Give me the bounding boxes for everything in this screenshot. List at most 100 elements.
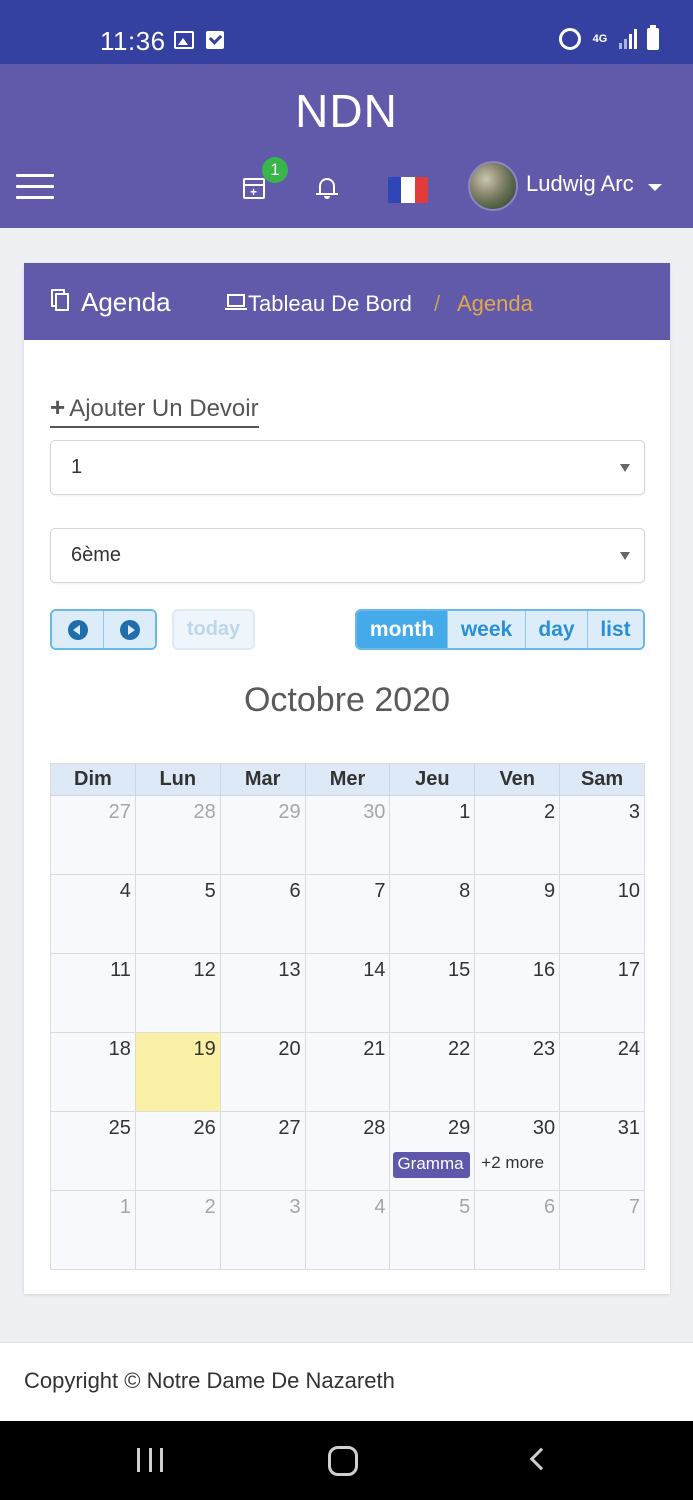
calendar-day[interactable]: 18	[51, 1033, 136, 1111]
day-number: 6	[544, 1196, 556, 1218]
calendar-day[interactable]: 6	[475, 1191, 561, 1269]
day-header: Jeu	[390, 764, 476, 795]
more-events-link[interactable]: +2 more	[481, 1153, 544, 1173]
calendar-day[interactable]: 11	[51, 954, 136, 1032]
user-name[interactable]: Ludwig Arc	[526, 171, 634, 197]
calendar-day[interactable]: 7	[305, 875, 391, 953]
calendar-day[interactable]: 9	[475, 875, 561, 953]
calendar-day[interactable]: 21	[305, 1033, 391, 1111]
calendar-day[interactable]: 20	[220, 1033, 306, 1111]
calendar-day[interactable]: 24	[560, 1033, 645, 1111]
add-homework-link[interactable]: + Ajouter Un Devoir	[50, 392, 259, 428]
day-number: 9	[544, 880, 556, 902]
day-number: 29	[448, 1117, 471, 1139]
calendar-day[interactable]: 29 Gramma	[390, 1112, 476, 1190]
french-flag-icon[interactable]	[388, 177, 428, 203]
calendar-day[interactable]: 1	[51, 1191, 136, 1269]
day-number: 5	[459, 1196, 471, 1218]
calendar-day[interactable]: 5	[390, 1191, 476, 1269]
calendar-day[interactable]: 7	[560, 1191, 645, 1269]
prev-button[interactable]	[52, 611, 104, 648]
calendar-day[interactable]: 3	[220, 1191, 306, 1269]
list-view-button[interactable]: list	[588, 611, 643, 648]
breadcrumb-home[interactable]: Tableau De Bord	[248, 291, 412, 317]
back-icon[interactable]	[529, 1447, 553, 1471]
alarm-icon	[559, 28, 581, 50]
calendar-day[interactable]: 31	[560, 1112, 645, 1190]
calendar-day[interactable]: 13	[220, 954, 306, 1032]
flag-red	[414, 177, 428, 203]
caret-down-icon[interactable]	[648, 184, 662, 191]
calendar-day-today[interactable]: 19	[135, 1033, 221, 1111]
dropdown-arrow-icon	[620, 552, 630, 560]
calendar-day[interactable]: 2	[475, 796, 561, 874]
home-icon[interactable]	[328, 1446, 358, 1476]
next-arrow-icon	[119, 619, 140, 640]
status-left-icons	[174, 31, 224, 49]
calendar-day[interactable]: 1	[390, 796, 476, 874]
calendar-day[interactable]: 26	[135, 1112, 221, 1190]
calendar-day[interactable]: 27	[220, 1112, 306, 1190]
documents-icon	[51, 289, 71, 313]
calendar-day[interactable]: 15	[390, 954, 476, 1032]
class-select[interactable]: 6ème	[50, 528, 645, 583]
calendar-day[interactable]: 4	[305, 1191, 391, 1269]
day-header: Dim	[51, 764, 136, 795]
day-number: 25	[108, 1117, 131, 1139]
plus-icon: +	[50, 392, 66, 422]
check-box-icon	[206, 31, 224, 49]
agenda-card: Agenda Tableau De Bord / Agenda + Ajouter…	[24, 263, 670, 1294]
calendar-event[interactable]: Gramma	[393, 1152, 471, 1178]
calendar-day[interactable]: 30	[305, 796, 391, 874]
calendar-day[interactable]: 12	[135, 954, 221, 1032]
number-select-value: 1	[71, 456, 83, 478]
calendar-day[interactable]: 27	[51, 796, 136, 874]
number-select[interactable]: 1	[50, 440, 645, 495]
page-title: Agenda	[81, 287, 171, 317]
calendar-day[interactable]: 10	[560, 875, 645, 953]
day-number: 1	[459, 801, 471, 823]
calendar-day[interactable]: 17	[560, 954, 645, 1032]
calendar-day[interactable]: 25	[51, 1112, 136, 1190]
add-homework-label: Ajouter Un Devoir	[69, 395, 259, 422]
day-view-button[interactable]: day	[526, 611, 588, 648]
day-header: Sam	[580, 768, 624, 790]
calendar-day[interactable]: 29	[220, 796, 306, 874]
day-number: 30	[532, 1117, 556, 1139]
calendar-day[interactable]: 3	[560, 796, 645, 874]
calendar-plus-icon[interactable]: +	[243, 178, 265, 199]
calendar-month-title: Octobre 2020	[243, 681, 451, 719]
bell-icon[interactable]	[316, 176, 338, 200]
calendar-day[interactable]: 16	[475, 954, 561, 1032]
calendar-day[interactable]: 2	[135, 1191, 221, 1269]
day-number: 3	[289, 1196, 301, 1218]
flag-white	[401, 177, 415, 203]
calendar-day[interactable]: 22	[390, 1033, 476, 1111]
calendar-day[interactable]: 6	[220, 875, 306, 953]
day-number: 12	[193, 959, 216, 981]
day-header: Lun	[136, 764, 221, 795]
network-type: 4G	[592, 33, 608, 45]
today-button[interactable]: today	[172, 609, 255, 650]
calendar-day[interactable]: 5	[135, 875, 221, 953]
calendar-day[interactable]: 23	[475, 1033, 561, 1111]
notification-badge: 1	[262, 157, 288, 183]
day-number: 3	[628, 801, 641, 823]
app-title: NDN	[295, 85, 398, 137]
day-number: 15	[448, 959, 471, 981]
calendar-day[interactable]: 4	[51, 875, 136, 953]
week-view-button[interactable]: week	[448, 611, 526, 648]
avatar[interactable]	[468, 161, 518, 211]
day-number: 2	[204, 1196, 216, 1218]
calendar-day[interactable]: 28	[135, 796, 221, 874]
calendar-day[interactable]: 28	[305, 1112, 391, 1190]
month-view-button[interactable]: month	[357, 611, 448, 648]
status-time: 11:36	[100, 26, 166, 56]
calendar-day[interactable]: 30 +2 more	[475, 1112, 561, 1190]
calendar-day[interactable]: 8	[390, 875, 476, 953]
next-button[interactable]	[104, 611, 155, 648]
recent-apps-icon[interactable]	[137, 1448, 163, 1472]
calendar-day[interactable]: 14	[305, 954, 391, 1032]
breadcrumb-separator: /	[434, 291, 441, 316]
hamburger-menu-icon[interactable]	[16, 174, 54, 200]
